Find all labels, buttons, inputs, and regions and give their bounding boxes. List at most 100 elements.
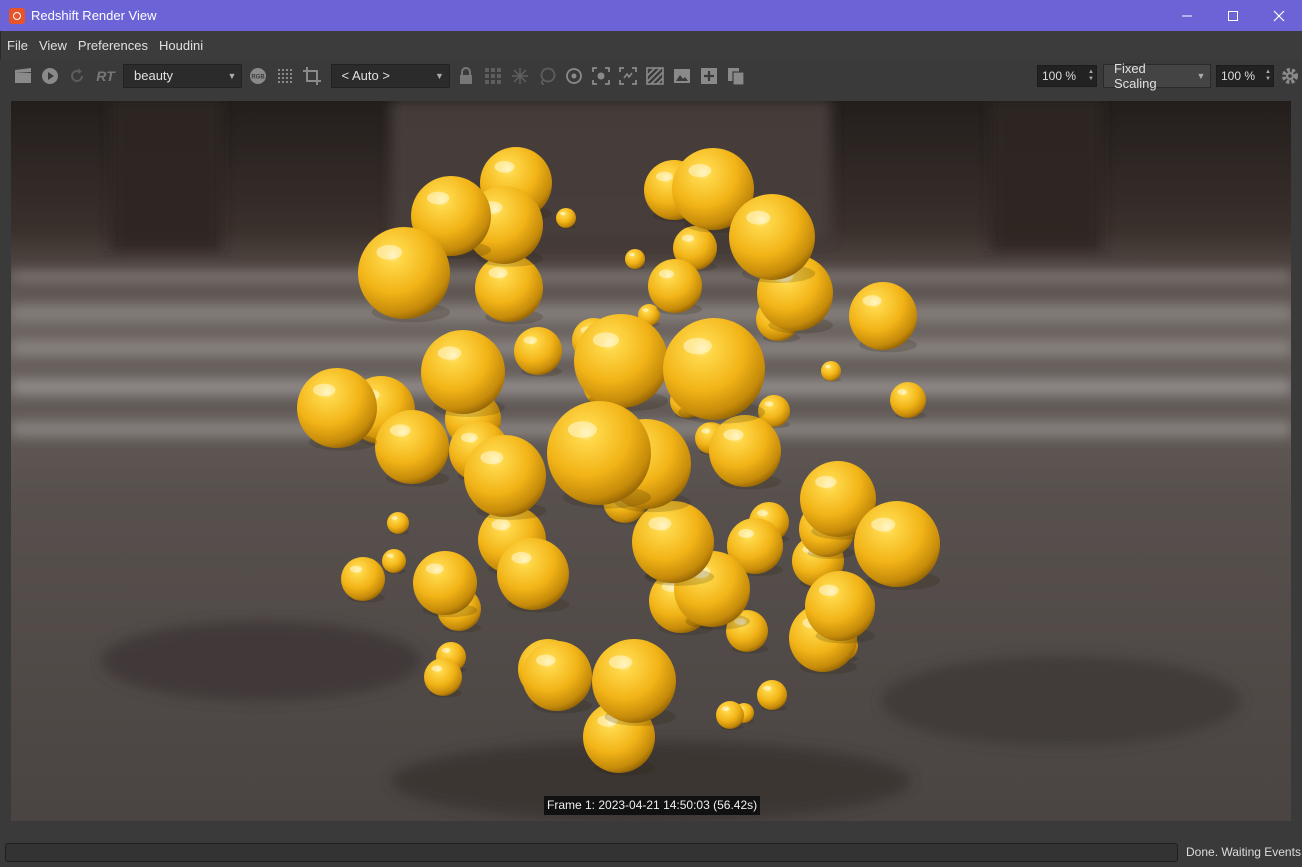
sphere-highlight: [701, 428, 711, 434]
lasso-icon[interactable]: [536, 65, 558, 87]
target-icon[interactable]: [563, 65, 585, 87]
sphere-highlight: [560, 211, 566, 216]
crop-icon[interactable]: [301, 65, 323, 87]
sphere-highlight: [688, 163, 712, 178]
sphere-highlight: [656, 171, 673, 182]
sphere-highlight: [683, 337, 712, 355]
minimize-button[interactable]: [1164, 0, 1210, 31]
sphere-highlight: [313, 383, 336, 397]
sphere-highlight: [488, 267, 508, 279]
region-icon[interactable]: [617, 65, 639, 87]
sphere: [382, 549, 406, 573]
sphere-highlight: [391, 516, 398, 520]
status-text: Done. Waiting Events: [1186, 845, 1301, 859]
sphere-highlight: [523, 336, 538, 345]
maximize-button[interactable]: [1210, 0, 1256, 31]
sphere-highlight: [567, 421, 597, 438]
render-image: [11, 101, 1291, 821]
sphere: [375, 410, 449, 484]
status-bar: Done. Waiting Events: [0, 838, 1302, 867]
sphere-highlight: [648, 516, 672, 531]
sphere-highlight: [723, 429, 744, 441]
add-snapshot-icon[interactable]: [698, 65, 720, 87]
sphere: [716, 701, 744, 729]
stripes-icon[interactable]: [644, 65, 666, 87]
sphere: [341, 557, 385, 601]
menu-file[interactable]: File: [1, 38, 33, 53]
sphere-highlight: [461, 432, 478, 443]
sphere-highlight: [642, 308, 649, 312]
sphere-highlight: [431, 665, 443, 672]
sphere: [849, 282, 917, 350]
menu-houdini[interactable]: Houdini: [153, 38, 208, 53]
sphere-highlight: [349, 565, 363, 573]
sphere-highlight: [763, 685, 772, 691]
sphere: [663, 318, 765, 420]
snowflake-icon[interactable]: [509, 65, 531, 87]
menu-view[interactable]: View: [33, 38, 72, 53]
sphere: [421, 330, 505, 414]
sphere: [805, 571, 875, 641]
chevron-down-icon: ▼: [1196, 70, 1206, 81]
sphere-highlight: [494, 161, 515, 173]
sphere: [297, 368, 377, 448]
sphere: [592, 639, 676, 723]
sphere: [358, 227, 450, 319]
houdini-app-icon: [9, 7, 25, 24]
menu-preferences[interactable]: Preferences: [72, 38, 153, 53]
chevron-down-icon: ▼: [435, 70, 444, 81]
sphere-highlight: [376, 244, 403, 260]
sphere-highlight: [386, 553, 394, 558]
sphere: [424, 658, 462, 696]
rgb-icon[interactable]: RGB: [247, 65, 269, 87]
close-button[interactable]: [1256, 0, 1302, 31]
render-viewport[interactable]: Frame 1: 2023-04-21 14:50:03 (56.42s): [11, 101, 1291, 821]
clapperboard-icon[interactable]: [12, 65, 34, 87]
sphere-highlight: [871, 517, 896, 532]
spin-arrows-icon[interactable]: ▲ ▼: [1263, 69, 1273, 83]
sphere-highlight: [721, 706, 730, 711]
rt-label: RT: [96, 67, 115, 84]
sphere-highlight: [738, 528, 754, 538]
sphere: [413, 551, 477, 615]
sphere-highlight: [681, 234, 695, 242]
copy-icon[interactable]: [725, 65, 747, 87]
frame-info-label: Frame 1: 2023-04-21 14:50:03 (56.42s): [544, 796, 761, 815]
tiles-icon[interactable]: [482, 65, 504, 87]
image-icon[interactable]: [671, 65, 693, 87]
sphere: [854, 501, 940, 587]
window-controls: [1164, 0, 1302, 31]
gear-icon[interactable]: [1279, 65, 1301, 87]
sphere: [709, 415, 781, 487]
zoom-spinbox[interactable]: 100 % ▲ ▼: [1037, 64, 1097, 87]
rt-icon[interactable]: RT: [93, 65, 119, 87]
sphere-highlight: [629, 252, 635, 257]
sphere: [522, 641, 592, 711]
sphere: [556, 208, 576, 228]
maximize-icon: [1228, 10, 1238, 21]
sphere-highlight: [757, 509, 769, 517]
refresh-icon[interactable]: [66, 65, 88, 87]
sphere: [821, 361, 841, 381]
camera-select[interactable]: < Auto > ▼: [330, 63, 450, 88]
sphere-highlight: [427, 191, 450, 205]
grid-icon[interactable]: [274, 65, 296, 87]
lock-icon[interactable]: [455, 65, 477, 87]
sphere-highlight: [897, 389, 908, 395]
sphere-highlight: [511, 552, 532, 564]
sphere-highlight: [480, 450, 504, 465]
spin-arrows-icon[interactable]: ▲ ▼: [1086, 69, 1096, 83]
aov-select[interactable]: beauty ▼: [123, 63, 242, 88]
sphere: [648, 259, 702, 313]
play-icon[interactable]: [39, 65, 61, 87]
sphere: [632, 501, 714, 583]
sphere-highlight: [442, 647, 451, 653]
sphere: [729, 194, 815, 280]
focus-icon[interactable]: [590, 65, 612, 87]
sphere-highlight: [608, 655, 633, 669]
scaling-select[interactable]: Fixed Scaling ▼: [1103, 61, 1211, 91]
title-bar: Redshift Render View: [0, 0, 1302, 31]
minimize-icon: [1182, 15, 1192, 16]
sphere-highlight: [658, 269, 674, 279]
scale-spinbox[interactable]: 100 % ▲ ▼: [1216, 64, 1274, 87]
